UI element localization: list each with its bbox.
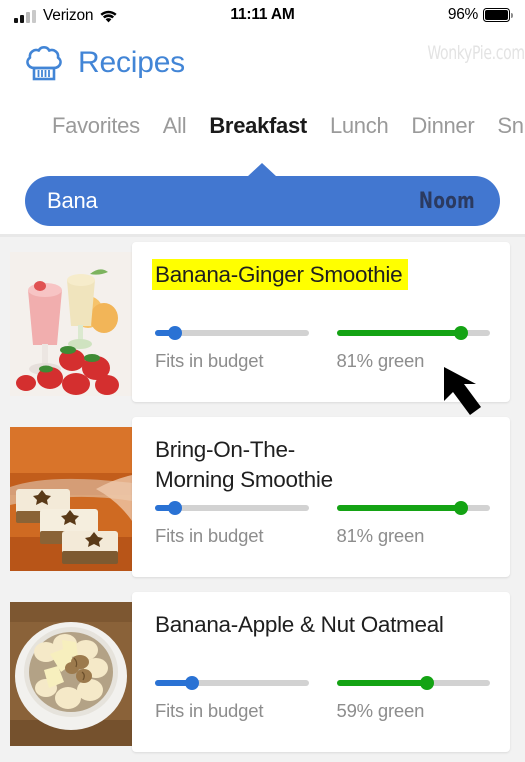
budget-slider-thumb — [167, 326, 182, 340]
search-input[interactable]: Bana — [47, 188, 98, 214]
battery-icon — [483, 8, 513, 22]
recipe-title: Banana-Ginger Smoothie — [155, 259, 403, 290]
category-tabs[interactable]: Favorites All Breakfast Lunch Dinner Sn — [0, 96, 525, 156]
budget-slider-track[interactable] — [155, 676, 309, 690]
green-slider-thumb — [420, 676, 435, 690]
green-slider-fill — [336, 330, 461, 336]
search-section: Bana Noom — [0, 156, 525, 234]
green-slider-track[interactable] — [336, 501, 490, 515]
recipe-thumbnail — [10, 602, 132, 746]
green-label: 81% green — [336, 525, 425, 546]
chef-hat-icon — [23, 42, 65, 86]
budget-slider-track[interactable] — [155, 326, 309, 340]
site-watermark: WonkyPie.com — [427, 42, 525, 64]
tab-favorites[interactable]: Favorites — [52, 113, 140, 139]
recipe-title-row: Banana-Ginger Smoothie — [155, 259, 490, 296]
page-title: Recipes — [78, 46, 185, 79]
recipe-title: Bring-On-The- — [155, 437, 295, 462]
tab-lunch[interactable]: Lunch — [330, 113, 389, 139]
green-meter[interactable]: 81% green — [336, 501, 490, 547]
recipe-meters: Fits in budget 59% green — [155, 676, 490, 722]
recipe-card[interactable]: Banana-Ginger Smoothie Fits in budget 81… — [0, 237, 525, 412]
recipe-card[interactable]: Bring-On-The- Morning Smoothie Fits in b… — [0, 412, 525, 587]
budget-label: Fits in budget — [155, 700, 264, 721]
tab-breakfast[interactable]: Breakfast — [209, 113, 307, 139]
budget-slider-track[interactable] — [155, 501, 309, 515]
recipe-info: Bring-On-The- Morning Smoothie Fits in b… — [132, 417, 510, 577]
battery-percent-label: 96% — [447, 6, 478, 23]
status-bar: Verizon 11:11 AM 96% — [0, 0, 525, 30]
recipe-info: Banana-Apple & Nut Oatmeal Fits in budge… — [132, 592, 510, 752]
budget-slider-thumb — [184, 676, 199, 690]
app-screen: Verizon 11:11 AM 96% Recipes WonkyPie.co… — [0, 0, 525, 762]
green-meter[interactable]: 59% green — [336, 676, 490, 722]
status-bar-clock: 11:11 AM — [230, 6, 295, 23]
status-bar-right: 96% — [448, 6, 513, 24]
recipe-title-row: Banana-Apple & Nut Oatmeal — [155, 610, 490, 646]
budget-meter[interactable]: Fits in budget — [155, 326, 309, 372]
green-label: 59% green — [336, 700, 425, 721]
brand-tag-label: Noom — [418, 188, 475, 214]
recipe-title-row: Bring-On-The- Morning Smoothie — [155, 435, 490, 495]
recipe-meters: Fits in budget 81% green — [155, 501, 490, 547]
green-slider-track[interactable] — [336, 326, 490, 340]
green-slider-fill — [336, 505, 461, 511]
recipe-thumbnail — [10, 427, 132, 571]
green-meter[interactable]: 81% green — [336, 326, 490, 372]
recipe-info: Banana-Ginger Smoothie Fits in budget 81… — [132, 242, 510, 402]
budget-meter[interactable]: Fits in budget — [155, 501, 309, 547]
search-pointer-notch — [247, 163, 277, 177]
budget-label: Fits in budget — [155, 350, 264, 371]
recipe-thumbnail — [10, 252, 132, 396]
green-slider-track[interactable] — [336, 676, 490, 690]
app-header: Recipes WonkyPie.com — [0, 30, 525, 96]
recipe-list: Banana-Ginger Smoothie Fits in budget 81… — [0, 237, 525, 762]
green-slider-thumb — [453, 326, 468, 340]
recipe-title-continued: Morning Smoothie — [155, 467, 333, 492]
green-slider-fill — [336, 680, 428, 686]
recipe-meters: Fits in budget 81% green — [155, 326, 490, 372]
recipe-card[interactable]: Banana-Apple & Nut Oatmeal Fits in budge… — [0, 587, 525, 762]
budget-label: Fits in budget — [155, 525, 264, 546]
tab-all[interactable]: All — [163, 113, 187, 139]
search-bar[interactable]: Bana Noom — [25, 176, 500, 226]
budget-meter[interactable]: Fits in budget — [155, 676, 309, 722]
tab-snacks[interactable]: Sn — [497, 113, 524, 139]
green-label: 81% green — [336, 350, 425, 371]
green-slider-thumb — [453, 501, 468, 515]
recipe-title: Banana-Apple & Nut Oatmeal — [155, 612, 444, 637]
tab-dinner[interactable]: Dinner — [411, 113, 474, 139]
budget-slider-thumb — [167, 501, 182, 515]
